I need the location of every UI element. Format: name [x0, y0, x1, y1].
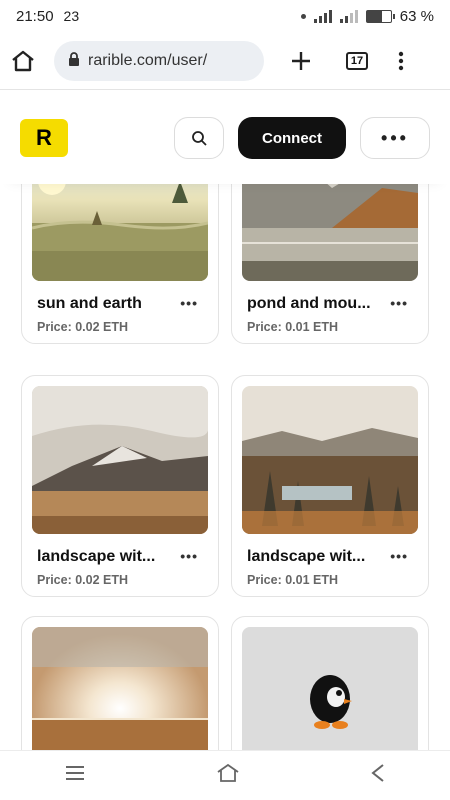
status-time: 21:50: [16, 7, 54, 25]
url-text: rarible.com/user/: [88, 52, 208, 69]
app-header: R Connect •••: [0, 92, 450, 184]
rarible-logo[interactable]: R: [20, 119, 68, 157]
card-menu-button[interactable]: •••: [390, 295, 408, 311]
browser-toolbar: rarible.com/user/ 17: [0, 36, 450, 86]
notification-dot-icon: [300, 13, 306, 19]
nav-home-icon[interactable]: [216, 763, 240, 788]
nft-card[interactable]: [21, 616, 219, 750]
nft-price: Price: 0.01 ETH: [247, 320, 339, 334]
nft-card[interactable]: [231, 616, 429, 750]
nft-title[interactable]: pond and mou...: [247, 295, 387, 313]
more-button[interactable]: •••: [360, 117, 430, 159]
search-button[interactable]: [174, 117, 224, 159]
nft-title[interactable]: landscape wit...: [37, 548, 177, 566]
nft-title[interactable]: sun and earth: [37, 295, 177, 313]
toolbar-divider: [0, 89, 450, 90]
status-bar: 21:50 23 63 %: [0, 0, 450, 32]
nft-price: Price: 0.01 ETH: [247, 573, 339, 587]
nft-card[interactable]: landscape wit... ••• Price: 0.02 ETH: [21, 375, 219, 597]
nft-image: [32, 627, 208, 750]
nft-card[interactable]: landscape wit... ••• Price: 0.01 ETH: [231, 375, 429, 597]
home-icon[interactable]: [10, 49, 36, 73]
nft-price: Price: 0.02 ETH: [37, 320, 129, 334]
battery-percent: 63 %: [399, 7, 434, 25]
signal-2-icon: [339, 9, 358, 23]
tabs-icon[interactable]: 17: [346, 52, 368, 70]
search-icon: [192, 131, 207, 146]
connect-button[interactable]: Connect: [238, 117, 346, 159]
plus-icon[interactable]: [290, 50, 312, 72]
battery-icon: [365, 9, 395, 23]
card-menu-button[interactable]: •••: [390, 548, 408, 564]
address-bar[interactable]: rarible.com/user/: [54, 41, 264, 81]
card-menu-button[interactable]: •••: [180, 548, 198, 564]
recent-apps-icon[interactable]: [65, 765, 85, 786]
nft-grid: sun and earth ••• Price: 0.02 ETH pond a…: [0, 134, 450, 750]
nft-image: [32, 386, 208, 534]
signal-icon: [313, 9, 332, 23]
card-menu-button[interactable]: •••: [180, 295, 198, 311]
status-indicator: 23: [63, 8, 80, 24]
back-icon[interactable]: [371, 764, 385, 787]
kebab-menu-icon[interactable]: [398, 51, 404, 71]
nft-price: Price: 0.02 ETH: [37, 573, 129, 587]
nft-title[interactable]: landscape wit...: [247, 548, 387, 566]
nft-image: [242, 386, 418, 534]
lock-icon: [68, 51, 80, 71]
system-nav-bar: [0, 750, 450, 800]
nft-image: [242, 627, 418, 750]
